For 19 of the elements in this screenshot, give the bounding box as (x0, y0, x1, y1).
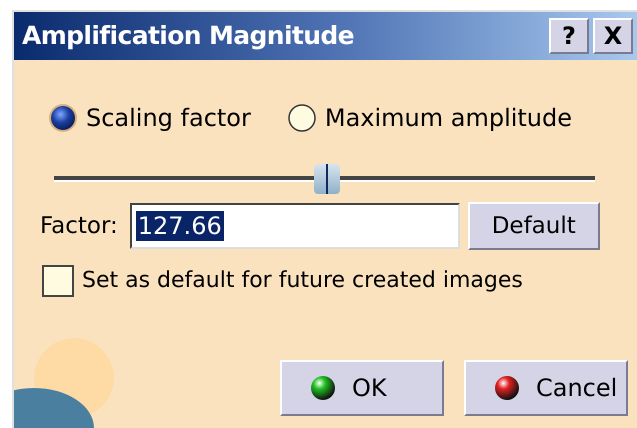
radio-button[interactable] (286, 103, 317, 133)
radio-label: Scaling factor (86, 103, 251, 134)
default-button[interactable]: Default (468, 202, 600, 250)
checkbox[interactable] (42, 264, 74, 296)
help-button[interactable]: ? (549, 18, 589, 54)
factor-input-field[interactable]: 127.66 (130, 203, 460, 249)
cancel-button[interactable]: Cancel (464, 360, 628, 416)
factor-label: Factor: (40, 212, 118, 241)
close-button[interactable]: X (593, 18, 633, 54)
radio-button[interactable] (48, 103, 78, 133)
slider-track[interactable] (54, 164, 595, 194)
radio-label: Maximum amplitude (324, 103, 572, 134)
slider-thumb[interactable] (314, 164, 340, 194)
window-title: Amplification Magnitude (22, 20, 354, 52)
cancel-ball-icon (494, 375, 520, 401)
ok-ball-icon (310, 375, 336, 401)
field-value: 127.66 (136, 211, 224, 241)
ok-button[interactable]: OK (280, 360, 444, 416)
checkbox-label: Set as default for future created images (82, 267, 523, 295)
